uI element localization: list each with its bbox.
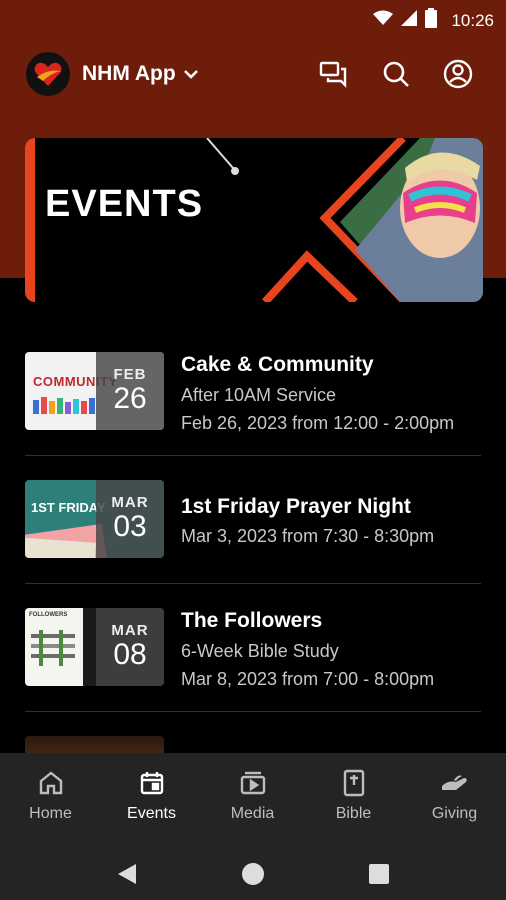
system-nav-bar bbox=[0, 847, 506, 900]
event-datetime: Mar 8, 2023 from 7:00 - 8:00pm bbox=[181, 669, 435, 689]
event-date-badge: FEB 26 bbox=[96, 352, 164, 430]
event-date-badge: MAR 08 bbox=[96, 608, 164, 686]
search-icon[interactable] bbox=[380, 58, 412, 90]
thumb-text: FOLLOWERS bbox=[29, 612, 68, 618]
divider bbox=[25, 711, 481, 712]
calendar-icon bbox=[139, 769, 165, 797]
nav-giving[interactable]: Giving bbox=[404, 753, 505, 847]
event-subtitle: 6-Week Bible Study bbox=[181, 641, 339, 661]
app-title: NHM App bbox=[82, 62, 176, 85]
nav-home[interactable]: Home bbox=[0, 753, 101, 847]
event-date-badge: MAR 03 bbox=[96, 480, 164, 558]
event-datetime: Feb 26, 2023 from 12:00 - 2:00pm bbox=[181, 413, 455, 433]
app-header: NHM App bbox=[0, 48, 506, 100]
event-item[interactable]: 1ST FRIDAY MAR 03 1st Friday Prayer Nigh… bbox=[25, 468, 481, 598]
giving-icon bbox=[440, 769, 470, 797]
event-thumbnail: 1ST FRIDAY MAR 03 bbox=[25, 480, 164, 558]
event-item[interactable] bbox=[25, 724, 481, 753]
bottom-nav: Home Events Media Bible Giving bbox=[0, 753, 506, 847]
recents-icon[interactable] bbox=[364, 859, 394, 889]
wifi-icon bbox=[373, 10, 394, 31]
thumb-text: 1ST FRIDAY bbox=[31, 500, 106, 515]
nav-events[interactable]: Events bbox=[101, 753, 202, 847]
event-title: The Followers bbox=[181, 609, 323, 632]
event-thumbnail: FOLLOWERS MAR 08 bbox=[25, 608, 164, 686]
battery-icon bbox=[425, 8, 438, 33]
event-thumbnail: COMMUNITY FEB 26 bbox=[25, 352, 164, 430]
divider bbox=[25, 583, 481, 584]
back-icon[interactable] bbox=[112, 859, 142, 889]
profile-icon[interactable] bbox=[442, 58, 474, 90]
event-title: Cake & Community bbox=[181, 353, 374, 376]
home-icon bbox=[38, 769, 64, 797]
event-item[interactable]: COMMUNITY FEB 26 Cake & Community After … bbox=[25, 340, 481, 470]
chevron-down-icon bbox=[183, 62, 198, 86]
bible-icon bbox=[342, 769, 366, 797]
nav-bible[interactable]: Bible bbox=[303, 753, 404, 847]
status-bar: 10:26 bbox=[0, 0, 506, 36]
divider bbox=[25, 455, 481, 456]
home-button-icon[interactable] bbox=[238, 859, 268, 889]
app-switcher[interactable]: NHM App bbox=[82, 62, 198, 86]
events-banner: EVENTS bbox=[25, 138, 483, 302]
nav-media[interactable]: Media bbox=[202, 753, 303, 847]
status-time: 10:26 bbox=[451, 10, 494, 30]
banner-title: EVENTS bbox=[45, 183, 204, 225]
event-item[interactable]: FOLLOWERS MAR 08 The Followers 6-Week Bi… bbox=[25, 596, 481, 726]
media-icon bbox=[240, 769, 266, 797]
app-logo[interactable] bbox=[26, 52, 70, 96]
messages-icon[interactable] bbox=[318, 58, 350, 90]
event-thumbnail bbox=[25, 736, 164, 753]
event-subtitle: After 10AM Service bbox=[181, 385, 337, 405]
signal-icon bbox=[401, 10, 418, 31]
event-datetime: Mar 3, 2023 from 7:30 - 8:30pm bbox=[181, 526, 435, 546]
event-title: 1st Friday Prayer Night bbox=[181, 495, 411, 518]
